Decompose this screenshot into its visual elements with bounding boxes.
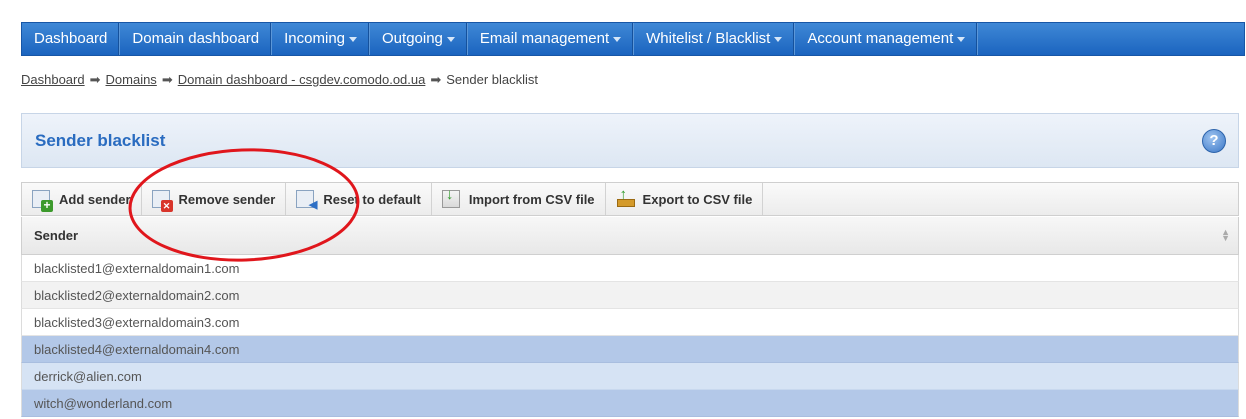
sender-cell: blacklisted4@externaldomain4.com [34, 342, 240, 357]
nav-incoming[interactable]: Incoming [272, 23, 371, 55]
nav-dashboard-label: Dashboard [34, 30, 108, 47]
nav-dashboard[interactable]: Dashboard [22, 23, 121, 55]
column-header-label: Sender [34, 228, 79, 243]
breadcrumb: Dashboard ➡ Domains ➡ Domain dashboard - csg… [21, 72, 538, 88]
import-csv-label: Import from CSV file [468, 191, 595, 207]
reset-icon [296, 190, 317, 211]
export-csv-button[interactable]: Export to CSV file [606, 183, 764, 215]
table-row-selected[interactable]: witch@wonderland.com [21, 390, 1239, 417]
nav-account-management-label: Account management [807, 30, 954, 47]
table-row[interactable]: blacklisted2@externaldomain2.com [21, 282, 1239, 309]
chevron-down-icon [774, 36, 783, 42]
reset-to-default-button[interactable]: Reset to default [286, 183, 432, 215]
add-sender-label: Add sender [59, 191, 131, 207]
sort-icon[interactable]: ▲ ▼ [1221, 228, 1230, 243]
export-csv-icon [616, 186, 635, 208]
column-header-sender[interactable]: Sender ▲ ▼ [21, 217, 1239, 255]
page: Dashboard Domain dashboard Incoming Outg… [0, 0, 1246, 419]
import-csv-button[interactable]: Import from CSV file [432, 183, 606, 215]
breadcrumb-link-domain-dashboard[interactable]: Domain dashboard - csgdev.comodo.od.ua [178, 72, 426, 87]
sender-cell: witch@wonderland.com [34, 396, 173, 411]
panel-header: Sender blacklist ? [21, 113, 1239, 168]
sender-cell: blacklisted1@externaldomain1.com [34, 261, 240, 276]
table-row-selected[interactable]: blacklisted4@externaldomain4.com [21, 336, 1239, 363]
breadcrumb-link-dashboard[interactable]: Dashboard [21, 72, 85, 87]
export-csv-label: Export to CSV file [642, 191, 753, 207]
table-row-hover[interactable]: derrick@alien.com [21, 363, 1239, 390]
remove-sender-button[interactable]: Remove sender [142, 183, 287, 215]
remove-sender-label: Remove sender [178, 191, 276, 207]
chevron-down-icon [446, 36, 455, 42]
remove-icon [151, 190, 173, 212]
sender-cell: derrick@alien.com [34, 369, 142, 384]
nav-outgoing[interactable]: Outgoing [370, 23, 468, 55]
nav-account-management[interactable]: Account management [795, 23, 979, 55]
table-row[interactable]: blacklisted1@externaldomain1.com [21, 255, 1239, 282]
chevron-down-icon [613, 36, 622, 42]
nav-incoming-label: Incoming [284, 30, 346, 47]
nav-email-management[interactable]: Email management [468, 23, 635, 55]
page-title: Sender blacklist [35, 131, 166, 150]
nav-outgoing-label: Outgoing [382, 30, 443, 47]
add-icon [32, 190, 53, 212]
help-icon[interactable]: ? [1202, 129, 1226, 153]
import-csv-icon [441, 186, 460, 208]
sender-cell: blacklisted2@externaldomain2.com [34, 288, 240, 303]
nav-domain-dashboard[interactable]: Domain dashboard [120, 23, 273, 55]
toolbar: Add sender Remove sender Reset to defaul… [21, 182, 1239, 216]
arrow-right-icon: ➡ [161, 72, 173, 87]
arrow-right-icon: ➡ [89, 72, 101, 87]
add-sender-button[interactable]: Add sender [22, 183, 142, 215]
sender-table: Sender ▲ ▼ blacklisted1@externaldomain1.c… [21, 217, 1239, 417]
chevron-down-icon [349, 36, 358, 42]
arrow-right-icon: ➡ [430, 72, 442, 87]
breadcrumb-current: Sender blacklist [446, 72, 539, 87]
nav-domain-dashboard-label: Domain dashboard [132, 30, 260, 47]
reset-to-default-label: Reset to default [323, 191, 421, 207]
nav-whitelist-blacklist-label: Whitelist / Blacklist [646, 30, 771, 47]
main-nav: Dashboard Domain dashboard Incoming Outg… [21, 22, 1245, 56]
sender-cell: blacklisted3@externaldomain3.com [34, 315, 240, 330]
nav-email-management-label: Email management [479, 30, 610, 47]
chevron-down-icon [957, 36, 966, 42]
breadcrumb-link-domains[interactable]: Domains [106, 72, 157, 87]
table-row[interactable]: blacklisted3@externaldomain3.com [21, 309, 1239, 336]
nav-whitelist-blacklist[interactable]: Whitelist / Blacklist [634, 23, 796, 55]
